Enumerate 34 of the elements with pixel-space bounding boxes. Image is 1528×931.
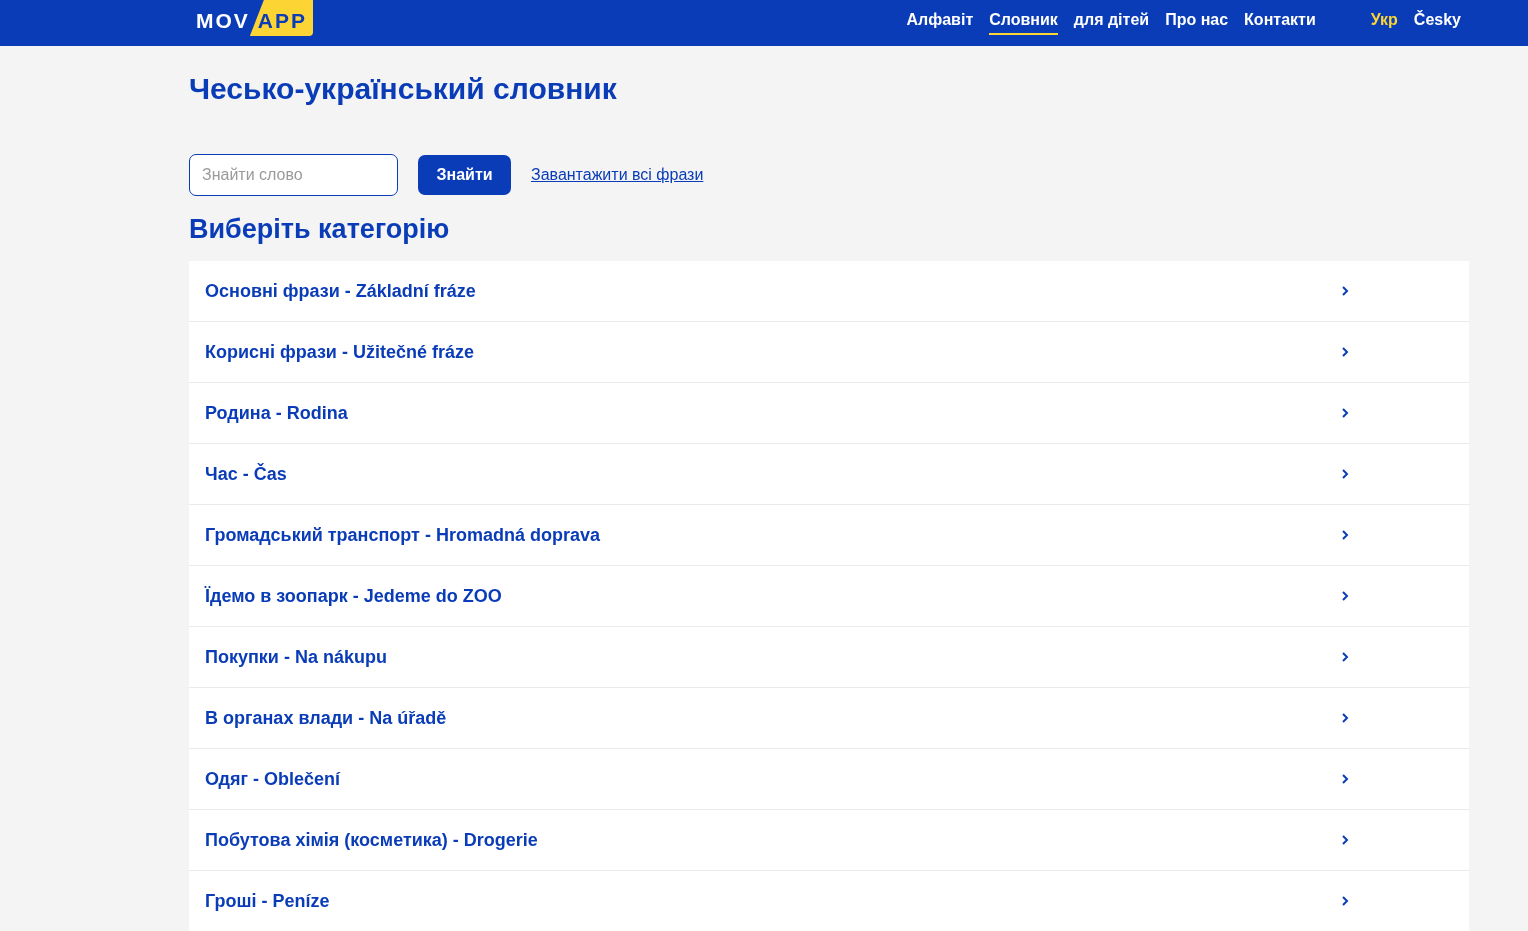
chevron-icon	[1341, 590, 1349, 602]
nav-link[interactable]: Алфавіт	[906, 11, 974, 35]
category-item[interactable]: Побутова хімія (косметика) - Drogerie	[189, 810, 1469, 870]
chevron-icon	[1341, 712, 1349, 724]
category-item[interactable]: Громадський транспорт - Hromadná doprava	[189, 505, 1469, 565]
chevron-icon	[1341, 834, 1349, 846]
category-item[interactable]: Родина - Rodina	[189, 383, 1469, 443]
chevron-icon	[1341, 773, 1349, 785]
page-title: Чесько-український словник	[189, 72, 618, 106]
search-field[interactable]: Знайти слово	[189, 154, 398, 196]
nav-link[interactable]: Контакти	[1244, 11, 1316, 35]
chevron-icon	[1341, 346, 1349, 358]
chevron-icon	[1341, 651, 1349, 663]
category-item[interactable]: В органах влади - Na úřadě	[189, 688, 1469, 748]
category-item[interactable]: Одяг - Oblečení	[189, 749, 1469, 809]
category-item[interactable]: Покупки - Na nákupu	[189, 627, 1469, 687]
chevron-icon	[1341, 407, 1349, 419]
category-item[interactable]: Гроші - Peníze	[189, 871, 1469, 931]
download-link[interactable]: Завантажити всі фрази	[531, 166, 704, 184]
language-link[interactable]: Česky	[1413, 11, 1461, 35]
language-link[interactable]: Укр	[1370, 11, 1398, 35]
category-item[interactable]: Основні фрази - Základní fráze	[189, 261, 1469, 321]
chevron-icon	[1341, 468, 1349, 480]
nav-link[interactable]: Про нас	[1165, 11, 1229, 35]
search-button[interactable]: Знайти	[418, 155, 511, 195]
nav-link[interactable]: для дітей	[1073, 11, 1150, 35]
chevron-icon	[1341, 529, 1349, 541]
section-heading: Виберіть категорію	[189, 214, 451, 245]
nav-link[interactable]: Словник	[989, 11, 1058, 35]
chevron-icon	[1341, 285, 1349, 297]
category-item[interactable]: Час - Čas	[189, 444, 1469, 504]
chevron-icon	[1341, 895, 1349, 907]
category-item[interactable]: Корисні фрази - Užitečné fráze	[189, 322, 1469, 382]
category-item[interactable]: Їдемо в зоопарк - Jedeme do ZOO	[189, 566, 1469, 626]
